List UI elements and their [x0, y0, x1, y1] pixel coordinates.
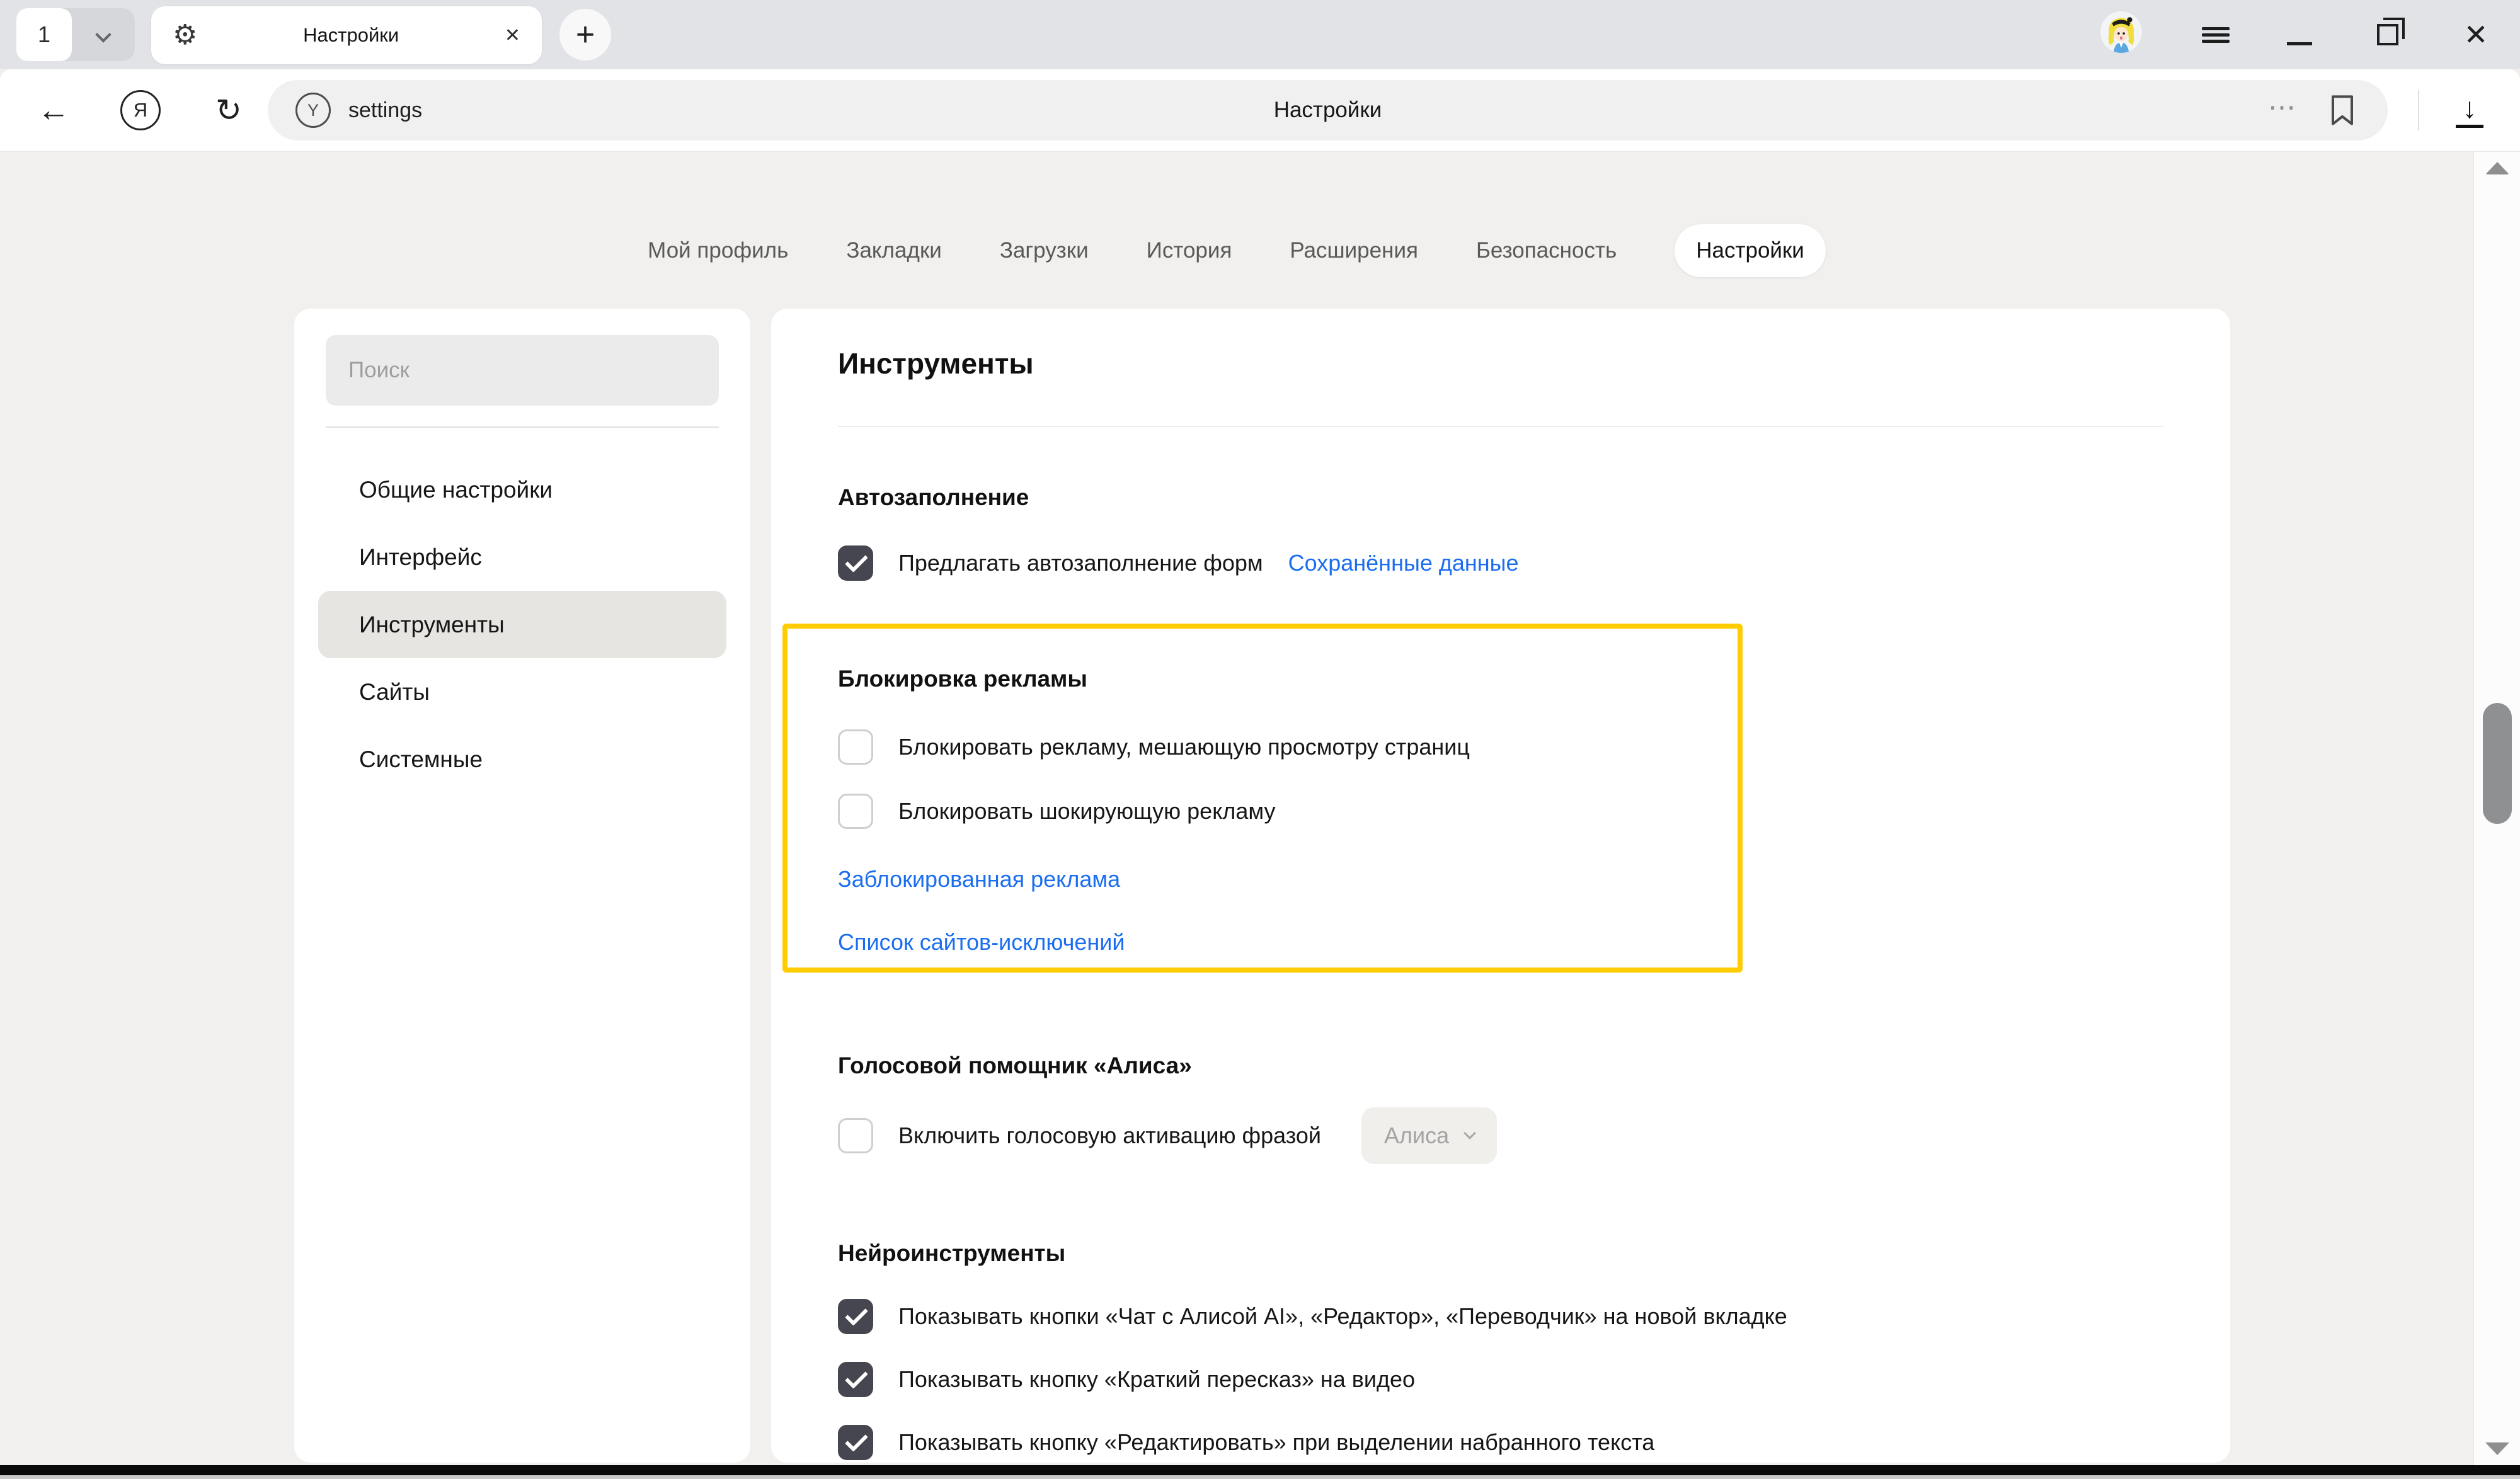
- tab-group-control[interactable]: 1: [16, 8, 135, 61]
- video-summary-checkbox[interactable]: [838, 1362, 873, 1397]
- sidebar-divider: [326, 426, 719, 428]
- edit-selection-checkbox[interactable]: [838, 1425, 873, 1460]
- ad-block-highlight-box: Блокировка рекламы Блокировать рекламу, …: [782, 624, 1743, 973]
- back-button[interactable]: ←: [25, 69, 82, 151]
- settings-sidebar: Общие настройки Интерфейс Инструменты Са…: [294, 309, 750, 1463]
- search-input[interactable]: [326, 335, 719, 406]
- minimize-button[interactable]: [2271, 0, 2328, 69]
- download-icon-bar: [2456, 125, 2483, 128]
- address-text[interactable]: settings: [348, 98, 422, 123]
- minimize-icon: [2287, 42, 2312, 45]
- ad-block-row: Блокировать шокирующую рекламу: [838, 794, 1700, 829]
- browser-menu-button[interactable]: [2187, 0, 2244, 69]
- profile-avatar[interactable]: [2100, 11, 2142, 53]
- restore-icon: [2377, 24, 2398, 45]
- browser-tab-settings[interactable]: ⚙ Настройки ✕: [151, 6, 542, 64]
- blocked-ads-link[interactable]: Заблокированная реклама: [838, 865, 1700, 893]
- site-exceptions-link[interactable]: Список сайтов-исключений: [838, 928, 1700, 956]
- page-title: Настройки: [1274, 98, 1382, 123]
- tab-count-badge[interactable]: 1: [16, 8, 72, 61]
- nav-item-profile[interactable]: Мой профиль: [648, 238, 788, 263]
- tab-list-dropdown[interactable]: [72, 29, 135, 40]
- refresh-button[interactable]: ↻: [200, 69, 257, 151]
- close-window-button[interactable]: ✕: [2448, 0, 2504, 69]
- tab-title: Настройки: [197, 24, 504, 47]
- nav-item-bookmarks[interactable]: Закладки: [846, 238, 941, 263]
- ad-block-row: Блокировать рекламу, мешающую просмотру …: [838, 729, 1700, 765]
- sidebar-item-tools[interactable]: Инструменты: [318, 591, 726, 658]
- address-bar[interactable]: Y settings Настройки ⋯: [268, 80, 2388, 140]
- screen-bottom-strip: [0, 1475, 2520, 1479]
- block-annoying-ads-checkbox[interactable]: [838, 729, 873, 765]
- tab-close-icon[interactable]: ✕: [505, 25, 520, 47]
- dropdown-value: Алиса: [1384, 1122, 1449, 1149]
- chevron-down-icon: [1463, 1127, 1476, 1139]
- neuro-row: Показывать кнопки «Чат с Алисой AI», «Ре…: [838, 1299, 2163, 1334]
- sidebar-item-system[interactable]: Системные: [318, 726, 726, 793]
- yandex-home-button[interactable]: Я: [112, 69, 169, 151]
- window-bottom-edge: [0, 1465, 2520, 1475]
- autofill-checkbox[interactable]: [838, 545, 873, 581]
- toolbar: ← Я ↻ Y settings Настройки ⋯ ↓: [0, 69, 2520, 152]
- alice-heading: Голосовой помощник «Алиса»: [838, 1051, 2163, 1081]
- avatar-image: [2100, 11, 2142, 53]
- hamburger-icon: [2202, 24, 2230, 46]
- nav-item-settings[interactable]: Настройки: [1675, 224, 1826, 277]
- heading-divider: [838, 426, 2163, 427]
- autofill-heading: Автозаполнение: [838, 483, 2163, 513]
- settings-nav: Мой профиль Закладки Загрузки История Ра…: [0, 219, 2473, 282]
- nav-item-extensions[interactable]: Расширения: [1290, 238, 1418, 263]
- download-icon: ↓: [2463, 93, 2477, 122]
- neuro-heading: Нейроинструменты: [838, 1238, 2163, 1269]
- nav-item-history[interactable]: История: [1147, 238, 1232, 263]
- autofill-label: Предлагать автозаполнение форм: [898, 550, 1263, 576]
- video-summary-label: Показывать кнопку «Краткий пересказ» на …: [898, 1366, 1415, 1393]
- voice-activation-label: Включить голосовую активацию фразой: [898, 1122, 1321, 1149]
- neuro-row: Показывать кнопку «Редактировать» при вы…: [838, 1425, 2163, 1460]
- more-actions-icon[interactable]: ⋯: [2268, 91, 2300, 130]
- scroll-down-arrow-icon[interactable]: [2485, 1442, 2509, 1455]
- nav-item-security[interactable]: Безопасность: [1476, 238, 1617, 263]
- restore-button[interactable]: [2359, 0, 2416, 69]
- back-arrow-icon: ←: [37, 91, 70, 129]
- settings-content: Инструменты Автозаполнение Предлагать ав…: [771, 309, 2230, 1463]
- neuro-buttons-newtab-checkbox[interactable]: [838, 1299, 873, 1334]
- close-icon: ✕: [2464, 18, 2488, 52]
- alice-row: Включить голосовую активацию фразой Алис…: [838, 1107, 2163, 1164]
- refresh-icon: ↻: [215, 92, 242, 128]
- gear-icon: ⚙: [173, 21, 197, 49]
- site-favicon: Y: [295, 93, 331, 128]
- yandex-logo-icon: Я: [120, 90, 161, 130]
- saved-data-link[interactable]: Сохранённые данные: [1288, 550, 1519, 576]
- nav-item-downloads[interactable]: Загрузки: [1000, 238, 1089, 263]
- new-tab-button[interactable]: +: [559, 9, 611, 60]
- page-heading: Инструменты: [838, 341, 2163, 385]
- activation-phrase-dropdown[interactable]: Алиса: [1361, 1107, 1497, 1164]
- scrollbar[interactable]: [2473, 152, 2520, 1465]
- block-annoying-ads-label: Блокировать рекламу, мешающую просмотру …: [898, 734, 1470, 760]
- sidebar-item-interface[interactable]: Интерфейс: [318, 523, 726, 591]
- block-shocking-ads-checkbox[interactable]: [838, 794, 873, 829]
- edit-selection-label: Показывать кнопку «Редактировать» при вы…: [898, 1429, 1654, 1456]
- sidebar-item-general[interactable]: Общие настройки: [318, 456, 726, 523]
- voice-activation-checkbox[interactable]: [838, 1118, 873, 1153]
- tab-strip: 1 ⚙ Настройки ✕ + ✕: [0, 0, 2520, 69]
- sidebar-item-sites[interactable]: Сайты: [318, 658, 726, 726]
- scrollbar-thumb[interactable]: [2483, 703, 2512, 824]
- toolbar-divider: [2418, 90, 2419, 130]
- neuro-row: Показывать кнопку «Краткий пересказ» на …: [838, 1362, 2163, 1397]
- downloads-button[interactable]: ↓: [2442, 69, 2497, 151]
- scroll-up-arrow-icon[interactable]: [2485, 162, 2509, 174]
- block-shocking-ads-label: Блокировать шокирующую рекламу: [898, 798, 1276, 825]
- ad-block-heading: Блокировка рекламы: [838, 664, 1700, 694]
- chevron-down-icon: [95, 26, 111, 42]
- bookmark-icon[interactable]: [2330, 94, 2355, 127]
- neuro-buttons-newtab-label: Показывать кнопки «Чат с Алисой AI», «Ре…: [898, 1303, 1787, 1330]
- autofill-row: Предлагать автозаполнение форм Сохранённ…: [838, 545, 2163, 581]
- sidebar-list: Общие настройки Интерфейс Инструменты Са…: [318, 456, 726, 793]
